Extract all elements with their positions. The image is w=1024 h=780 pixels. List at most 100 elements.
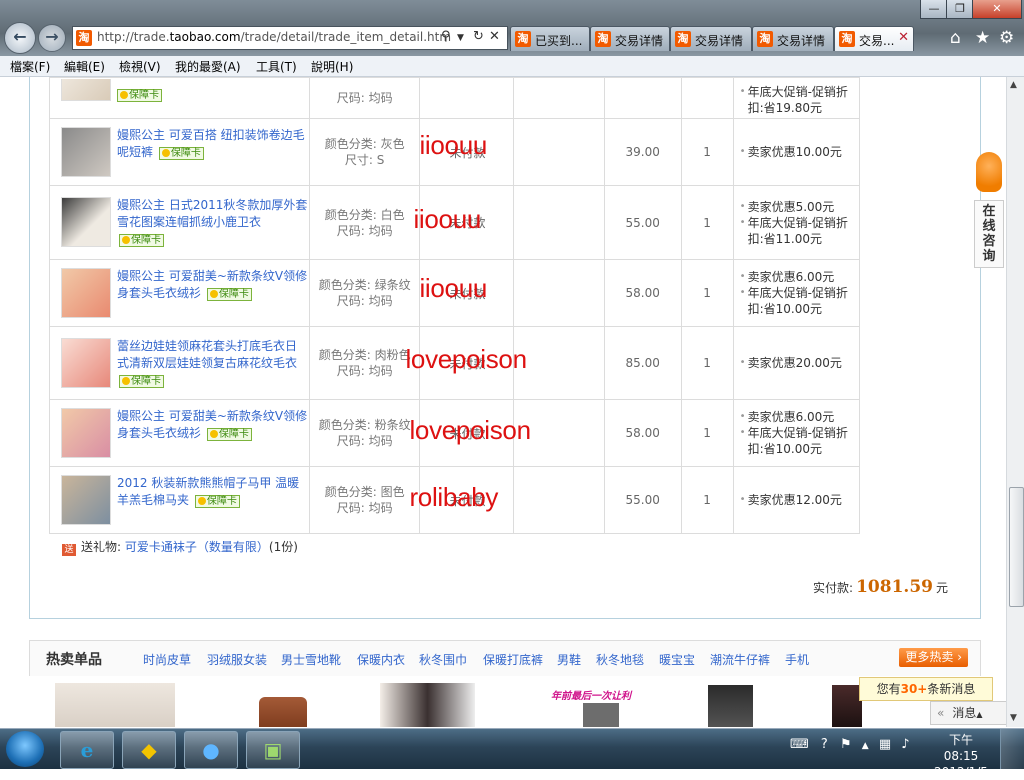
tab-trade-detail-3[interactable]: 淘 交易详情 (752, 26, 834, 51)
hot-link[interactable]: 男士雪地靴 (281, 651, 341, 668)
more-hot-button[interactable]: 更多热卖 › (899, 648, 968, 667)
coin-icon (161, 149, 170, 157)
hot-link[interactable]: 保暖打底裤 (483, 651, 543, 668)
restore-button[interactable]: ❐ (946, 0, 974, 19)
search-icon[interactable]: ⚲ (441, 29, 451, 44)
tab-label: 交易... (859, 34, 895, 48)
menu-tools[interactable]: 工具(T) (256, 58, 297, 75)
mascot-icon (976, 152, 1002, 192)
taskbar-ie-button[interactable]: e (60, 731, 114, 769)
menu-edit[interactable]: 編輯(E) (64, 58, 105, 75)
taskbar-photo-button[interactable]: ▣ (246, 731, 300, 769)
hot-link[interactable]: 时尚皮草 (143, 651, 191, 668)
refresh-icon[interactable]: ↻ (473, 29, 484, 44)
hot-product-image[interactable] (380, 683, 475, 727)
guarantee-badge[interactable]: 保障卡 (117, 89, 162, 102)
spec-line: 尺码: 均码 (336, 294, 393, 308)
close-window-button[interactable]: ✕ (972, 0, 1022, 19)
guarantee-badge[interactable]: 保障卡 (119, 234, 164, 247)
hot-link[interactable]: 秋冬围巾 (419, 651, 467, 668)
gear-icon[interactable]: ⚙ (999, 28, 1014, 48)
taobao-favicon-icon: 淘 (757, 31, 773, 47)
status-cell: 未付款 lovepoison (409, 399, 531, 467)
product-thumbnail[interactable] (61, 197, 111, 247)
tab-bought[interactable]: 淘 已买到... (510, 26, 590, 51)
volume-icon[interactable]: ♪ (901, 737, 909, 752)
address-bar[interactable]: 淘 http://trade.taobao.com/trade/detail/t… (72, 26, 508, 50)
internet-explorer-icon: e (80, 738, 94, 762)
hot-product-image[interactable] (832, 685, 862, 727)
scroll-up-icon[interactable]: ▲ (1010, 80, 1017, 90)
item-cell: 嫚熙公主 日式2011秋冬款加厚外套雪花图案连帽抓绒小鹿卫衣 保障卡 (49, 185, 310, 260)
product-thumbnail[interactable] (61, 268, 111, 318)
flag-icon[interactable]: ⚑ (840, 737, 852, 752)
product-thumbnail[interactable] (61, 127, 111, 177)
hot-product-image[interactable]: 年前最后一次让利 (525, 683, 645, 727)
home-icon[interactable]: ⌂ (950, 28, 961, 48)
online-consult-widget[interactable]: 在线咨询 (974, 152, 1004, 270)
scroll-down-icon[interactable]: ▼ (1010, 713, 1017, 723)
hot-product-image[interactable] (55, 683, 175, 727)
hot-product-image[interactable] (259, 697, 307, 727)
network-icon[interactable]: ▦ (879, 737, 891, 752)
product-thumbnail[interactable] (61, 475, 111, 525)
hot-link[interactable]: 潮流牛仔裤 (710, 651, 770, 668)
tab-trade-detail-2[interactable]: 淘 交易详情 (670, 26, 752, 51)
keyboard-icon[interactable]: ⌨ (790, 737, 809, 752)
item-cell: 嫚熙公主 可爱百搭 纽扣装饰卷边毛呢短裤 保障卡 (49, 118, 310, 186)
product-thumbnail[interactable] (61, 79, 111, 101)
back-button[interactable]: ← (4, 22, 36, 54)
show-desktop-button[interactable] (1000, 729, 1024, 769)
guarantee-badge[interactable]: 保障卡 (119, 374, 164, 388)
hot-link[interactable]: 男鞋 (557, 651, 581, 668)
close-tab-icon[interactable]: ✕ (898, 30, 909, 45)
spec-line: 尺码: 均码 (336, 223, 393, 238)
message-notification[interactable]: 您有30+条新消息 (859, 677, 993, 701)
gift-item-link[interactable]: 可爱卡通袜子（数量有限） (125, 540, 269, 554)
discount-line: 卖家优惠12.00元 (740, 492, 858, 508)
hot-link[interactable]: 手机 (785, 651, 809, 668)
hot-link[interactable]: 暖宝宝 (659, 651, 695, 668)
url-text[interactable]: http://trade.taobao.com/trade/detail/tra… (97, 30, 451, 44)
hot-product-image[interactable] (708, 685, 753, 727)
vertical-scrollbar[interactable]: ▲ ▼ (1006, 77, 1024, 727)
dropdown-icon[interactable]: ▼ (457, 33, 464, 43)
message-bar[interactable]: «消息▲ (930, 701, 1006, 725)
menu-file[interactable]: 檔案(F) (10, 58, 50, 75)
taskbar-clock[interactable]: 下午 08:15 2012/1/5 (930, 732, 992, 780)
minimize-button[interactable]: — (920, 0, 948, 19)
hot-link[interactable]: 秋冬地毯 (596, 651, 644, 668)
notify-prefix: 您有 (876, 682, 901, 696)
guarantee-badge[interactable]: 保障卡 (158, 147, 204, 160)
discount-cell: 卖家优惠10.00元 (732, 118, 860, 186)
forward-button[interactable]: → (38, 24, 66, 52)
product-thumbnail[interactable] (61, 408, 111, 458)
end-cell (858, 466, 959, 534)
help-icon[interactable]: ? (821, 737, 828, 752)
discount-cell: 卖家优惠5.00元年底大促销-促销折扣:省11.00元 (732, 185, 860, 260)
guarantee-badge[interactable]: 保障卡 (206, 428, 252, 441)
guarantee-badge[interactable]: 保障卡 (194, 495, 240, 508)
end-cell (858, 118, 959, 186)
product-thumbnail[interactable] (61, 337, 111, 388)
tab-trade-active[interactable]: 淘 交易... ✕ (834, 26, 914, 51)
price-cell: 85.00 (603, 326, 682, 400)
collapse-icon[interactable]: « (931, 706, 952, 720)
hot-link[interactable]: 羽绒服女装 (207, 651, 267, 668)
menu-favorites[interactable]: 我的最愛(A) (175, 58, 241, 75)
guarantee-badge[interactable]: 保障卡 (206, 288, 252, 301)
hot-items-title: 热卖单品 (46, 652, 102, 668)
tray-expand-icon[interactable]: ▲ (862, 741, 869, 751)
tab-trade-detail-1[interactable]: 淘 交易详情 (590, 26, 670, 51)
spec-line: 颜色分类: 绿条纹 (318, 278, 411, 292)
favorites-star-icon[interactable]: ★ (975, 28, 990, 48)
start-button[interactable] (6, 731, 44, 767)
scroll-thumb[interactable] (1009, 487, 1024, 607)
stop-icon[interactable]: ✕ (489, 29, 500, 44)
taskbar-qq-button[interactable]: ● (184, 731, 238, 769)
hot-link[interactable]: 保暖内衣 (357, 651, 405, 668)
menu-help[interactable]: 說明(H) (311, 58, 353, 75)
taskbar-app-button[interactable]: ◆ (122, 731, 176, 769)
menu-view[interactable]: 檢視(V) (119, 58, 161, 75)
taobao-favicon-icon: 淘 (675, 31, 691, 47)
